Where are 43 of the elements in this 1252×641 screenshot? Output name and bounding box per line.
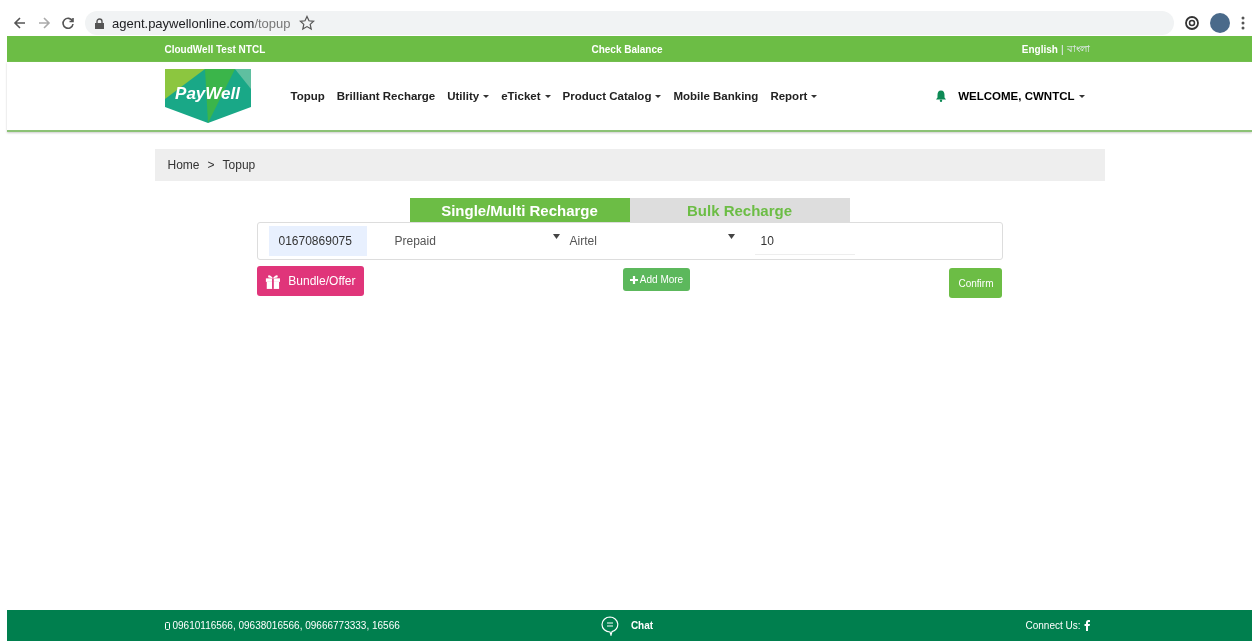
phone-numbers: 09610116566, 09638016566, 09666773333, 16566 <box>172 620 400 631</box>
nav-link[interactable]: eTicket <box>501 90 551 102</box>
breadcrumb-separator: > <box>207 158 215 172</box>
gift-icon <box>264 272 281 290</box>
breadcrumb-link[interactable]: Topup <box>222 158 256 172</box>
extension-icon[interactable] <box>1184 15 1200 31</box>
chat-link[interactable]: Chat <box>630 620 654 631</box>
phone-icon <box>164 621 170 630</box>
nav-link[interactable]: Utility <box>447 90 490 102</box>
caret-icon <box>655 94 662 98</box>
nav-link[interactable]: Mobile Banking <box>673 90 759 102</box>
caret-icon <box>552 234 560 239</box>
caret-icon <box>727 234 735 239</box>
caret-icon <box>1078 94 1085 98</box>
caret-icon <box>483 94 490 98</box>
address-bar[interactable]: agent.paywellonline.com/topup <box>85 11 1174 35</box>
plus-icon <box>629 275 638 284</box>
select-field[interactable]: Airtel <box>569 234 735 248</box>
nav-link[interactable]: Report <box>770 90 818 102</box>
breadcrumb-link[interactable]: Home <box>167 158 200 172</box>
menu-icon[interactable] <box>1240 15 1246 31</box>
bell-icon[interactable] <box>936 90 947 102</box>
amount-field[interactable]: 10 <box>754 227 855 255</box>
phone-number-field[interactable]: 01670869075 <box>268 226 367 256</box>
bundle-offer-button[interactable]: Bundle/Offer <box>256 266 364 296</box>
separator: | <box>1060 43 1064 55</box>
connect-label: Connect Us: <box>1025 620 1081 631</box>
caret-icon <box>544 94 551 98</box>
star-icon[interactable] <box>298 15 315 31</box>
nav-link[interactable]: Brilliant Recharge <box>336 90 436 102</box>
chat-icon[interactable] <box>600 615 619 636</box>
user-menu[interactable]: WELCOME, CWNTCL <box>958 90 1085 102</box>
url-text: agent.paywellonline.com/topup <box>112 15 291 31</box>
facebook-icon[interactable] <box>1083 620 1090 631</box>
select-field[interactable]: Prepaid <box>394 234 560 248</box>
avatar-icon[interactable] <box>1210 13 1230 33</box>
account-name: CloudWell Test NTCL <box>164 43 267 55</box>
back-icon[interactable] <box>13 16 27 30</box>
reload-icon[interactable] <box>61 16 75 30</box>
nav-link[interactable]: Product Catalog <box>562 90 662 102</box>
caret-icon <box>811 94 818 98</box>
lock-icon <box>95 17 104 29</box>
nav-link[interactable]: Topup <box>290 90 325 102</box>
